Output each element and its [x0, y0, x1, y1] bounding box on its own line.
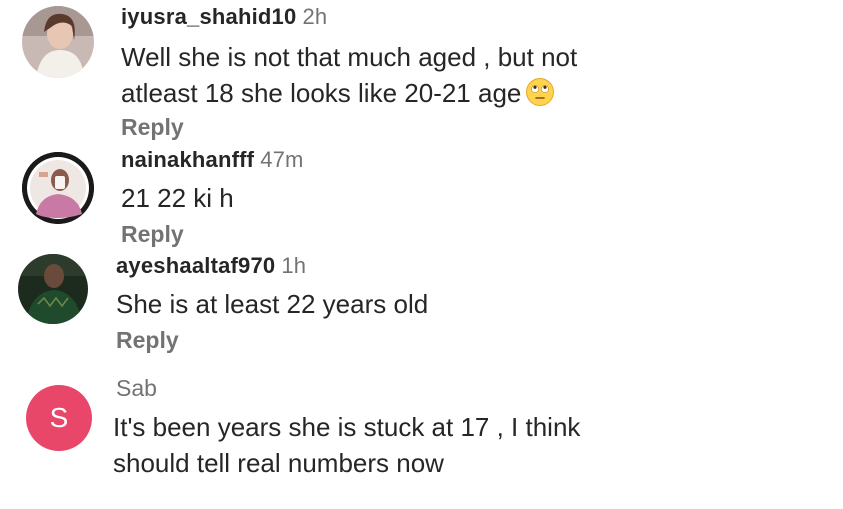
- timestamp: 47m: [260, 147, 304, 172]
- comment-line: 21 22 ki h: [121, 183, 234, 213]
- username[interactable]: ayeshaaltaf970 1h: [116, 253, 306, 279]
- timestamp: 1h: [281, 253, 307, 278]
- comment-line: She is at least 22 years old: [116, 289, 429, 319]
- comment-text: 21 22 ki h: [121, 180, 234, 216]
- username[interactable]: nainakhanfff 47m: [121, 147, 304, 173]
- username-text[interactable]: nainakhanfff: [121, 147, 254, 172]
- avatar[interactable]: S: [26, 385, 92, 451]
- username-text[interactable]: iyusra_shahid10: [121, 4, 296, 29]
- username[interactable]: Sab: [116, 375, 157, 402]
- comment-text: She is at least 22 years old: [116, 286, 428, 322]
- reply-button[interactable]: Reply: [116, 327, 179, 354]
- face-with-rolling-eyes-emoji-icon: [525, 77, 555, 107]
- username[interactable]: iyusra_shahid10 2h: [121, 4, 327, 30]
- comment-text: Well she is not that much aged , but not…: [121, 39, 577, 111]
- reply-button[interactable]: Reply: [121, 114, 184, 141]
- comment-line: Well she is not that much aged , but not: [121, 42, 578, 72]
- avatar[interactable]: [18, 254, 88, 324]
- comment-line: atleast 18 she looks like 20-21 age: [121, 75, 577, 111]
- comment-text: It's been years she is stuck at 17 , I t…: [113, 409, 580, 481]
- comment-line: should tell real numbers now: [113, 448, 444, 478]
- username-text[interactable]: ayeshaaltaf970: [116, 253, 275, 278]
- timestamp: 2h: [302, 4, 328, 29]
- comment-line: It's been years she is stuck at 17 , I t…: [113, 412, 581, 442]
- avatar[interactable]: [22, 152, 94, 224]
- reply-button[interactable]: Reply: [121, 221, 184, 248]
- avatar[interactable]: [22, 6, 94, 78]
